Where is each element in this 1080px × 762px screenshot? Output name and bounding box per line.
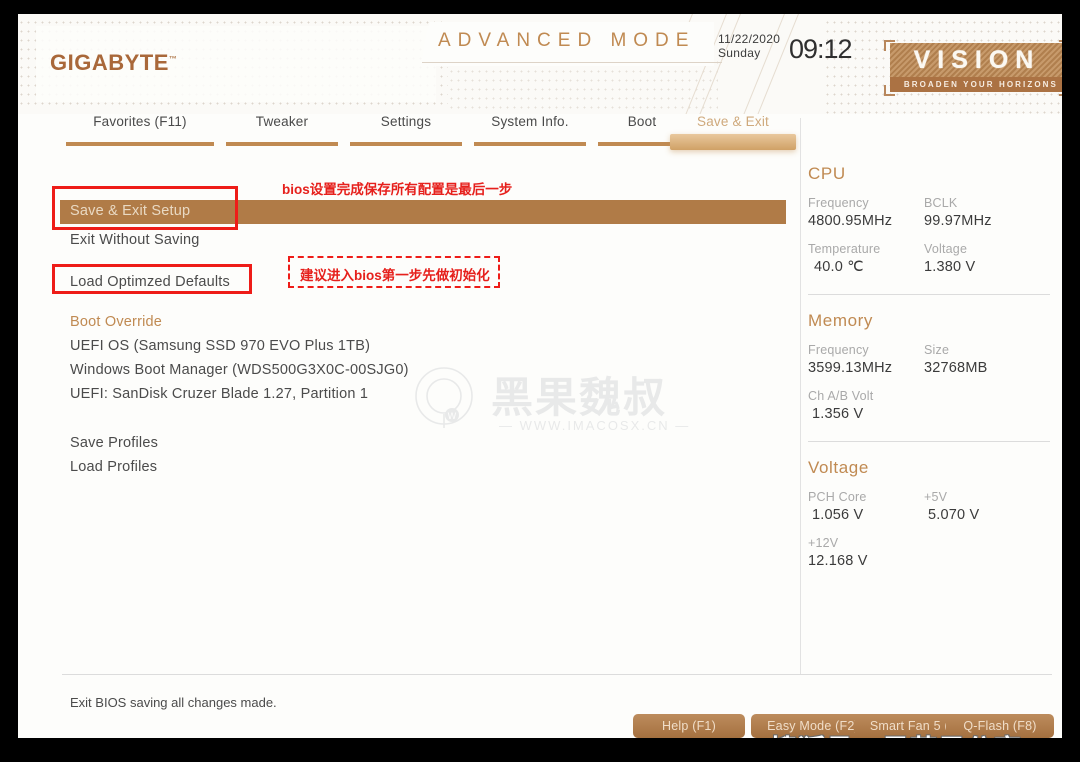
- tab-label: Tweaker: [255, 114, 309, 129]
- corner-bracket-icon: [1059, 40, 1062, 51]
- sidebar-field-value: 1.356 V: [812, 406, 864, 422]
- boot-override-entry[interactable]: UEFI: SanDisk Cruzer Blade 1.27, Partiti…: [70, 386, 368, 402]
- sidebar-field-label: PCH Core: [808, 490, 867, 504]
- sidebar-group-title: Memory: [808, 311, 873, 330]
- main-tab-bar: Favorites (F11) Tweaker Settings System …: [18, 112, 1062, 150]
- corner-bracket-icon: [1059, 85, 1062, 96]
- sidebar-field-label: BCLK: [924, 196, 958, 210]
- sidebar-field: PCH Core 1.056 V +12V 12.168 V: [808, 490, 924, 582]
- tab-label: Settings: [380, 114, 432, 129]
- sidebar-separator: [808, 441, 1050, 442]
- system-status-sidebar: CPU Frequency 4800.95MHz Temperature 40.…: [808, 164, 1062, 674]
- sidebar-field-value: 4800.95MHz: [808, 213, 893, 229]
- sidebar-field: Frequency 4800.95MHz Temperature 40.0 ℃: [808, 196, 924, 288]
- sidebar-group-memory: Memory Frequency 3599.13MHz Ch A/B Volt …: [808, 311, 1062, 442]
- sidebar-field: Frequency 3599.13MHz Ch A/B Volt 1.356 V: [808, 343, 924, 435]
- vision-product-logo: VISION BROADEN YOUR HORIZONS: [884, 40, 1062, 96]
- trademark-mark: ™: [168, 54, 178, 64]
- sidebar-field-label: +12V: [808, 536, 839, 550]
- annotation-box-save-exit: [52, 186, 238, 230]
- tab-label: Boot: [627, 114, 657, 129]
- tab-system-info[interactable]: System Info.: [468, 112, 592, 146]
- tab-tweaker[interactable]: Tweaker: [220, 112, 344, 146]
- bios-header: GIGABYTE™ ADVANCED MODE 11/22/2020 Sunda…: [18, 14, 1062, 114]
- screen-root: GIGABYTE™ ADVANCED MODE 11/22/2020 Sunda…: [0, 0, 1080, 762]
- sidebar-field-value: 5.070 V: [928, 507, 980, 523]
- boot-override-entry[interactable]: UEFI OS (Samsung SSD 970 EVO Plus 1TB): [70, 338, 370, 354]
- boot-override-entry[interactable]: Windows Boot Manager (WDS500G3X0C-00SJG0…: [70, 362, 409, 378]
- tab-underline: [474, 142, 586, 146]
- footer-separator: [62, 674, 1052, 675]
- sidebar-field-value: 32768MB: [924, 360, 988, 376]
- sidebar-field: Size 32768MB: [924, 343, 1040, 435]
- sidebar-field: +5V 5.070 V: [924, 490, 1040, 582]
- vision-tagline: BROADEN YOUR HORIZONS: [890, 77, 1062, 92]
- sidebar-field-value: 3599.13MHz: [808, 360, 893, 376]
- advanced-mode-underline: [422, 62, 722, 63]
- sidebar-field-label: Temperature: [808, 242, 881, 256]
- vision-logo-text: VISION: [913, 45, 1041, 74]
- tab-favorites[interactable]: Favorites (F11): [60, 112, 220, 146]
- sidebar-field-value: 12.168 V: [808, 553, 868, 569]
- sidebar-field-value: 99.97MHz: [924, 213, 992, 229]
- tab-label: Favorites (F11): [93, 114, 187, 129]
- tab-underline: [66, 142, 214, 146]
- sidebar-field-label: Voltage: [924, 242, 968, 256]
- help-button[interactable]: Help (F1): [633, 714, 745, 738]
- sidebar-field-value: 1.056 V: [812, 507, 864, 523]
- bottom-watermark: 搜狐号@黑苹果分享: [770, 728, 1022, 738]
- menu-item-save-profiles[interactable]: Save Profiles: [70, 435, 158, 451]
- sidebar-field-value: 1.380 V: [924, 259, 976, 275]
- status-help-text: Exit BIOS saving all changes made.: [70, 695, 277, 710]
- tab-label: System Info.: [491, 114, 569, 129]
- advanced-mode-title: ADVANCED MODE: [438, 30, 696, 51]
- vision-logo-plate: VISION: [890, 43, 1062, 77]
- tab-settings[interactable]: Settings: [344, 112, 468, 146]
- gigabyte-logo: GIGABYTE™: [50, 50, 177, 76]
- menu-item-load-profiles[interactable]: Load Profiles: [70, 459, 157, 475]
- sidebar-field-value: 40.0 ℃: [814, 259, 864, 275]
- annotation-box-load-defaults: [52, 264, 252, 294]
- corner-bracket-icon: [884, 40, 895, 51]
- corner-bracket-icon: [884, 85, 895, 96]
- gigabyte-logo-text: GIGABYTE: [50, 50, 169, 75]
- sidebar-group-voltage: Voltage PCH Core 1.056 V +12V 12.168 V +…: [808, 458, 1062, 582]
- sidebar-field-label: +5V: [924, 490, 948, 504]
- sidebar-field: BCLK 99.97MHz Voltage 1.380 V: [924, 196, 1040, 288]
- sidebar-group-title: Voltage: [808, 458, 869, 477]
- annotation-text-init-step: 建议进入bios第一步先做初始化: [300, 268, 490, 283]
- annotation-text-save-step: bios设置完成保存所有配置是最后一步: [282, 182, 513, 197]
- sidebar-field-label: Frequency: [808, 343, 869, 357]
- tab-save-and-exit[interactable]: Save & Exit: [670, 112, 796, 150]
- content-sidebar-divider: [800, 118, 801, 674]
- menu-item-exit-without-saving[interactable]: Exit Without Saving: [70, 232, 200, 248]
- current-time: 09:12: [789, 34, 853, 64]
- bios-window: GIGABYTE™ ADVANCED MODE 11/22/2020 Sunda…: [18, 14, 1062, 738]
- sidebar-field-label: Ch A/B Volt: [808, 389, 874, 403]
- tab-underline: [350, 142, 462, 146]
- tab-label: Save & Exit: [697, 114, 769, 129]
- sidebar-group-cpu: CPU Frequency 4800.95MHz Temperature 40.…: [808, 164, 1062, 295]
- tab-underline: [226, 142, 338, 146]
- sidebar-separator: [808, 294, 1050, 295]
- sidebar-field-label: Frequency: [808, 196, 869, 210]
- sidebar-group-title: CPU: [808, 164, 846, 183]
- sidebar-field-label: Size: [924, 343, 950, 357]
- boot-override-header: Boot Override: [70, 314, 163, 330]
- main-content-panel: Save & Exit Setup Exit Without Saving Lo…: [18, 152, 800, 672]
- tab-underline-active: [670, 134, 796, 150]
